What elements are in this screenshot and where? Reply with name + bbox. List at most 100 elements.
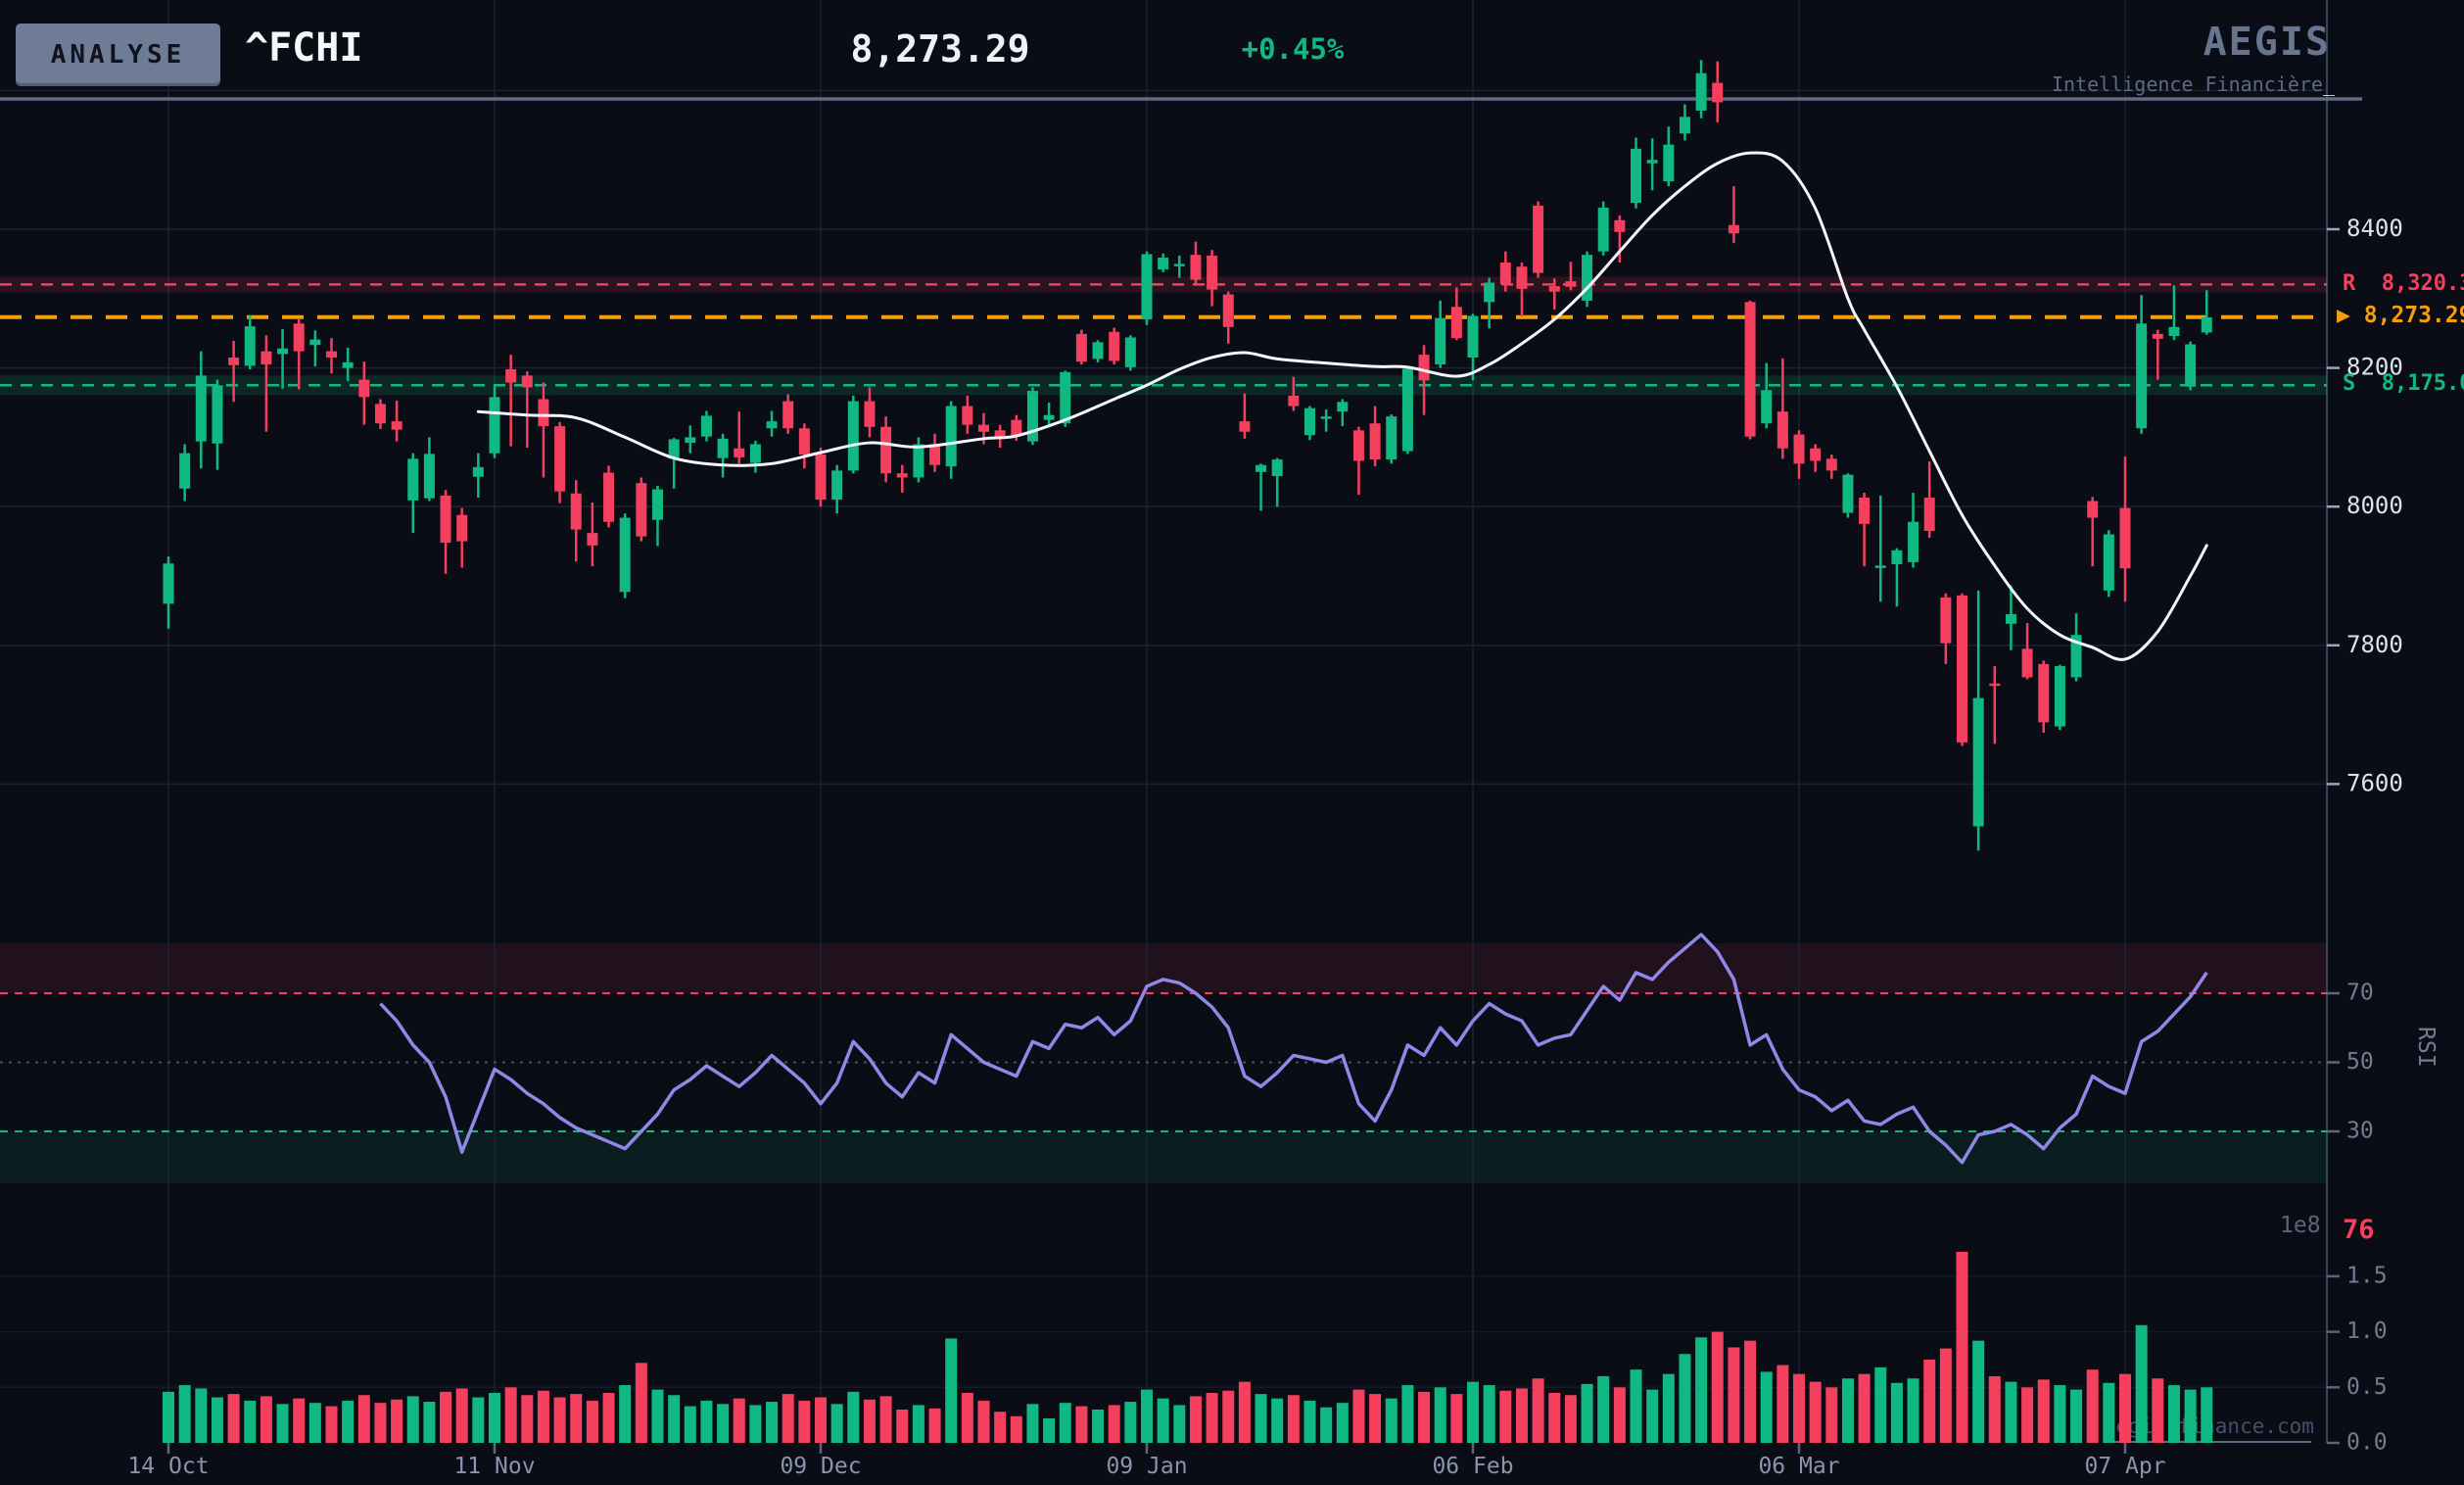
volume-bar (1141, 1390, 1153, 1443)
volume-bar (1679, 1354, 1690, 1443)
axis-tick-label: 1.0 (2346, 1318, 2388, 1344)
candle-body (831, 470, 842, 500)
candle-body (2104, 535, 2114, 591)
volume-bar (1092, 1410, 1104, 1443)
rsi-current-value: 76 (2343, 1215, 2375, 1245)
candle-body (1484, 283, 1494, 303)
volume-bar (2087, 1369, 2099, 1443)
volume-panel[interactable] (163, 1252, 2212, 1443)
candle-body (1891, 551, 1902, 564)
support-level-label: S 8,175.09 (2343, 371, 2464, 396)
axis-tick-label: 7600 (2346, 769, 2403, 796)
volume-bar (603, 1393, 615, 1443)
volume-bar (1043, 1418, 1055, 1443)
candle-body (245, 326, 256, 365)
candle-body (782, 402, 793, 429)
volume-bar (212, 1398, 223, 1443)
candle-body (164, 563, 174, 603)
candle-body (652, 490, 663, 520)
candle-body (1842, 475, 1853, 513)
volume-bar (1026, 1404, 1038, 1443)
volume-bar (1712, 1332, 1724, 1443)
volume-bar (570, 1394, 582, 1443)
analyse-button[interactable]: ANALYSE (16, 24, 220, 86)
volume-bar (1450, 1394, 1462, 1443)
volume-bar (2152, 1378, 2163, 1443)
volume-bar (734, 1399, 745, 1443)
volume-bar (782, 1394, 794, 1443)
axis-tick-label: 50 (2346, 1049, 2374, 1075)
volume-bar (1239, 1382, 1251, 1443)
volume-bar (1761, 1371, 1773, 1443)
volume-bar (1320, 1408, 1332, 1443)
volume-bar (505, 1387, 517, 1443)
volume-bar (1533, 1378, 1544, 1443)
volume-bar (1957, 1252, 1968, 1443)
candle-body (1549, 286, 1560, 292)
candle-body (1158, 258, 1168, 269)
trading-terminal: ANALYSE ^FCHI 8,273.29 +0.45% AEGIS Inte… (0, 0, 2464, 1485)
candle-body (309, 340, 320, 346)
gridlines (0, 0, 2362, 1443)
volume-bar (1337, 1403, 1349, 1443)
candle-body (1076, 334, 1087, 361)
volume-bar (2201, 1387, 2212, 1443)
volume-bar (1777, 1365, 1788, 1443)
volume-bar (864, 1400, 876, 1443)
volume-bar (1646, 1390, 1658, 1443)
volume-bar (423, 1402, 435, 1443)
candle-body (456, 515, 467, 542)
axis-labels: 840082008000780076007050301.51.00.50.014… (127, 215, 2402, 1479)
volume-bar (1467, 1382, 1479, 1443)
volume-bar (2168, 1385, 2180, 1443)
volume-bar (1304, 1401, 1316, 1443)
volume-bar (2119, 1374, 2131, 1443)
candle-body (228, 358, 239, 365)
volume-bar (1011, 1416, 1022, 1443)
volume-bar (913, 1405, 924, 1443)
axis-tick-label: 7800 (2346, 631, 2403, 658)
volume-bar (1484, 1385, 1495, 1443)
candle-body (718, 439, 729, 458)
candle-body (538, 399, 548, 426)
volume-bar (1565, 1395, 1577, 1443)
candle-body (1011, 420, 1021, 436)
volume-bar (1548, 1393, 1560, 1443)
candle-body (1516, 266, 1527, 289)
candlestick-layer[interactable] (164, 60, 2212, 850)
volume-bar (1908, 1378, 1919, 1443)
candle-body (816, 455, 827, 500)
date-tick-label: 14 Oct (127, 1454, 209, 1479)
volume-bar (391, 1400, 403, 1443)
current-price-level-label: ▶ 8,273.29 (2337, 303, 2464, 328)
candle-body (1419, 355, 1430, 380)
candle-body (636, 483, 646, 537)
volume-bar (1695, 1337, 1707, 1443)
volume-bar (1499, 1391, 1511, 1443)
candle-body (1794, 435, 1805, 464)
candle-body (1663, 145, 1674, 182)
candle-body (358, 380, 369, 398)
chart-canvas[interactable]: 840082008000780076007050301.51.00.50.014… (0, 0, 2464, 1485)
volume-bar (2136, 1325, 2148, 1443)
volume-bar (1109, 1405, 1120, 1443)
volume-bar (1401, 1385, 1413, 1443)
candle-body (1598, 208, 1609, 252)
volume-bar (668, 1395, 680, 1443)
candle-body (1386, 416, 1397, 459)
volume-bar (472, 1398, 484, 1443)
volume-bar (228, 1394, 240, 1443)
candle-body (261, 352, 271, 364)
volume-bar (326, 1407, 338, 1443)
candle-body (375, 404, 386, 423)
volume-bar (636, 1363, 647, 1443)
candle-body (1810, 449, 1821, 461)
candle-body (1957, 596, 1967, 742)
volume-scale-multiplier: 1e8 (2280, 1213, 2321, 1238)
candle-body (1435, 318, 1445, 364)
axis-tick-label: 30 (2346, 1119, 2374, 1144)
axis-tick-label: 0.0 (2346, 1430, 2388, 1456)
volume-bar (1288, 1395, 1300, 1443)
candle-body (1680, 117, 1690, 133)
volume-bar (1663, 1374, 1675, 1443)
